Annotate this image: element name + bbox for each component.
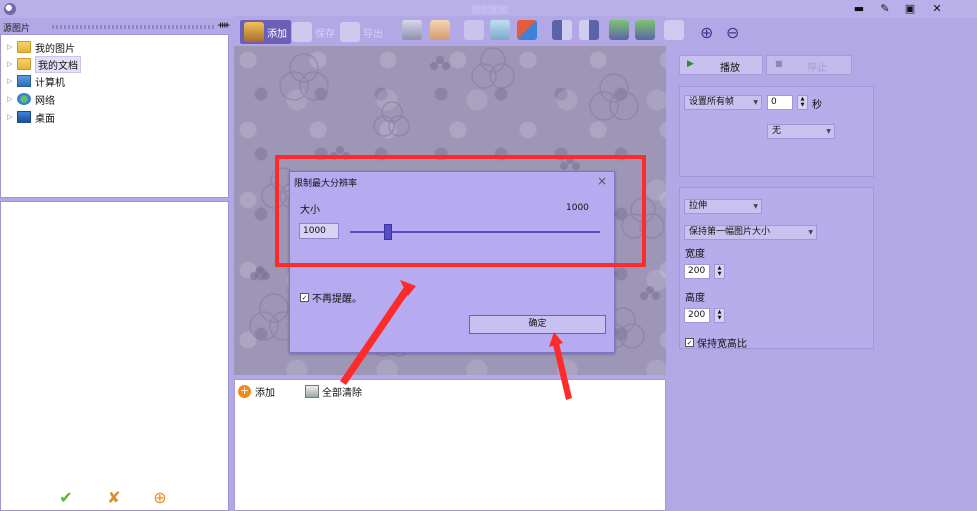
annotation-arrow-right [553, 343, 572, 400]
annotation-arrow-left [340, 287, 410, 385]
annotation-arrows [340, 280, 572, 400]
arrowhead-right [549, 332, 563, 347]
